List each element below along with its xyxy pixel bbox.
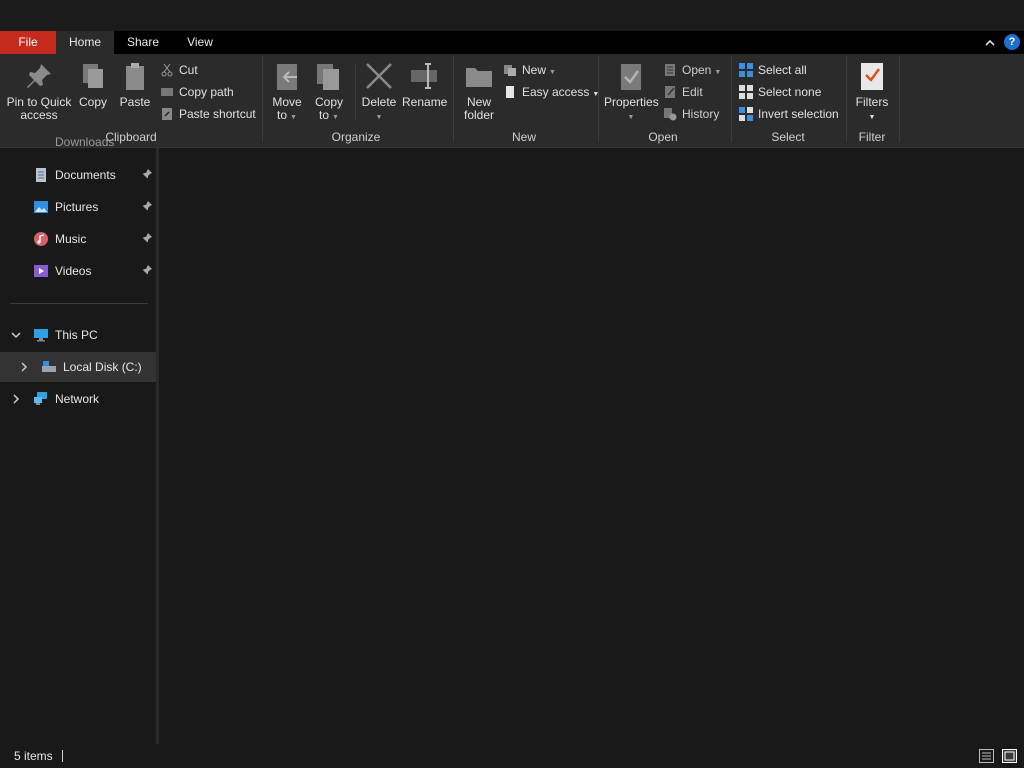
delete-button[interactable]: Delete ▼ (360, 60, 398, 124)
delete-dropdown-icon: ▼ (375, 114, 383, 121)
pin-icon[interactable] (141, 168, 153, 180)
open-button[interactable]: Open ▼ (663, 60, 721, 80)
history-icon (664, 108, 677, 121)
pin-icon[interactable] (141, 200, 153, 212)
clipboard-icon (126, 63, 144, 90)
edit-button[interactable]: Edit (663, 82, 703, 102)
nav-item-music[interactable]: Music (0, 224, 156, 254)
filters-dropdown-icon: ▼ (868, 114, 876, 121)
invert-selection-button[interactable]: Invert selection (739, 104, 839, 124)
tab-file[interactable]: File (0, 31, 56, 54)
nav-item-documents[interactable]: Documents (0, 160, 156, 190)
history-button[interactable]: History (663, 104, 719, 124)
filter-group-label: Filter (858, 130, 886, 144)
easy-access-icon (506, 86, 514, 98)
music-icon (34, 232, 48, 246)
open-dropdown-icon: ▼ (714, 69, 722, 76)
edit-icon (665, 86, 675, 98)
tab-home[interactable]: Home (56, 31, 114, 54)
pin-icon[interactable] (141, 232, 153, 244)
minimize-ribbon-icon[interactable] (984, 37, 996, 49)
copy-to-dropdown-icon: ▼ (332, 114, 339, 121)
copy-icon (83, 64, 103, 88)
open-icon (665, 64, 675, 76)
ribbon-separator (453, 56, 454, 142)
help-icon[interactable]: ? (1004, 34, 1020, 50)
ribbon-separator (598, 56, 599, 142)
ribbon-separator (899, 56, 900, 142)
rename-button[interactable]: Rename (402, 60, 447, 109)
nav-item-pictures[interactable]: Pictures (0, 192, 156, 222)
nav-item-local-disk[interactable]: Local Disk (C:) (0, 352, 156, 382)
file-list-area[interactable] (159, 148, 1024, 744)
chevron-right-icon[interactable] (10, 393, 22, 405)
filter-icon (861, 63, 883, 90)
select-none-button[interactable]: Select none (739, 82, 821, 102)
ribbon-separator (846, 56, 847, 142)
tab-view[interactable]: View (172, 31, 228, 54)
title-bar (0, 0, 1024, 31)
pictures-icon (34, 201, 48, 213)
nav-item-downloads[interactable]: Downloads (0, 134, 156, 154)
ribbon-separator (355, 64, 356, 120)
move-to-button[interactable]: Move to ▼ (268, 60, 306, 124)
new-folder-button[interactable]: New folder (459, 60, 499, 122)
new-item-button[interactable]: New ▼ (503, 60, 556, 80)
network-icon (34, 392, 47, 405)
select-all-icon (739, 63, 753, 77)
paste-button[interactable]: Paste (118, 60, 152, 109)
new-item-icon (504, 65, 516, 76)
pin-icon (27, 64, 51, 88)
properties-dropdown-icon: ▼ (627, 114, 635, 121)
properties-button[interactable]: Properties ▼ (604, 60, 659, 124)
pin-to-quick-access-button[interactable]: Pin to Quick access (4, 60, 74, 122)
copy-to-button[interactable]: Copy to ▼ (310, 60, 348, 124)
copy-path-icon (161, 88, 173, 96)
paste-shortcut-icon (162, 108, 172, 120)
delete-x-icon (366, 63, 392, 89)
select-all-button[interactable]: Select all (739, 60, 807, 80)
copy-to-icon (317, 64, 339, 90)
pin-icon[interactable] (141, 264, 153, 276)
videos-icon (34, 265, 48, 277)
move-to-dropdown-icon: ▼ (290, 114, 297, 121)
status-separator (62, 750, 63, 762)
invert-selection-icon (739, 107, 753, 121)
paste-shortcut-button[interactable]: Paste shortcut (160, 104, 256, 124)
item-count: 5 items (14, 749, 53, 763)
details-view-icon[interactable] (979, 749, 994, 763)
nav-divider (10, 303, 148, 304)
select-none-icon (739, 85, 753, 99)
ribbon-separator (262, 56, 263, 142)
folder-icon (466, 68, 492, 87)
new-group-label: New (511, 130, 536, 144)
ribbon-separator (731, 56, 732, 142)
select-group-label: Select (771, 130, 805, 144)
move-to-icon (277, 64, 297, 90)
computer-icon (34, 329, 48, 342)
large-icons-view-icon[interactable] (1002, 749, 1017, 763)
easy-access-button[interactable]: Easy access ▼ (503, 82, 599, 102)
open-group-label: Open (648, 130, 678, 144)
properties-icon (621, 64, 641, 90)
chevron-right-icon[interactable] (18, 361, 30, 373)
chevron-down-icon[interactable] (10, 329, 22, 341)
new-item-dropdown-icon: ▼ (549, 69, 556, 76)
rename-icon (411, 63, 437, 89)
drive-icon (42, 361, 56, 372)
copy-path-button[interactable]: Copy path (160, 82, 234, 102)
scissors-icon (161, 63, 173, 77)
filters-button[interactable]: Filters ▼ (852, 60, 892, 124)
nav-item-this-pc[interactable]: This PC (0, 320, 156, 350)
copy-button[interactable]: Copy (76, 60, 110, 109)
nav-item-videos[interactable]: Videos (0, 256, 156, 286)
organize-group-label: Organize (331, 130, 381, 144)
cut-button[interactable]: Cut (160, 60, 198, 80)
tab-share[interactable]: Share (116, 31, 170, 54)
status-bar: 5 items (0, 744, 1024, 768)
navigation-pane[interactable]: Downloads Documents Pictures Music Video… (0, 135, 156, 744)
ribbon-tab-bar: File Home Share View (0, 31, 1024, 54)
nav-item-network[interactable]: Network (0, 384, 156, 414)
documents-icon (36, 168, 46, 182)
